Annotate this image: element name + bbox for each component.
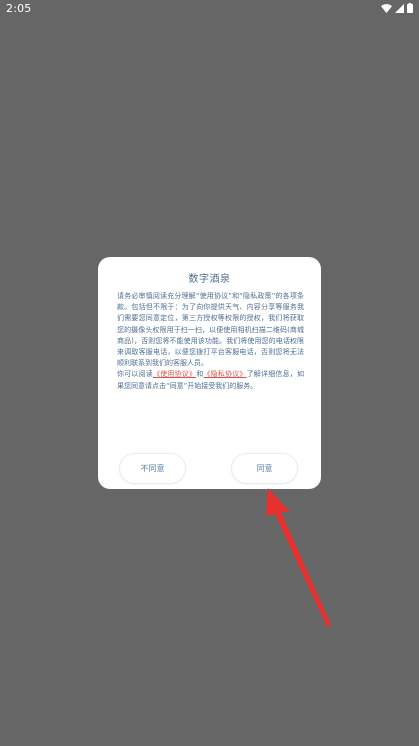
dialog-paragraph-links: 你可以阅读《使用协议》和《隐私协议》了解详细信息，如果您同意请点击“同意”开始接… [117,369,304,391]
status-bar: 2:05 [0,0,419,18]
status-time: 2:05 [6,2,32,15]
agree-button-label: 同意 [256,464,273,473]
dialog-body: 请务必审慎阅读充分理解“使用协议”和“隐私政策”的各项条款。包括但不限于：为了向… [117,291,304,392]
battery-icon [407,3,413,13]
paragraph-prefix: 你可以阅读 [117,370,153,379]
signal-icon [395,3,404,13]
disagree-button-label: 不同意 [140,464,165,473]
dialog-title: 数字酒泉 [188,274,231,285]
agree-button[interactable]: 同意 [231,453,298,484]
status-icons [381,3,413,13]
privacy-link[interactable]: 《隐私协议》 [203,370,246,378]
dialog-paragraph-terms: 请务必审慎阅读充分理解“使用协议”和“隐私政策”的各项条款。包括但不限于：为了向… [117,292,304,368]
privacy-dialog: 数字酒泉 请务必审慎阅读充分理解“使用协议”和“隐私政策”的各项条款。包括但不限… [98,257,321,489]
terms-link[interactable]: 《使用协议》 [153,370,196,378]
arrow-shape [266,488,331,627]
wifi-icon [381,3,392,13]
disagree-button[interactable]: 不同意 [119,453,186,484]
